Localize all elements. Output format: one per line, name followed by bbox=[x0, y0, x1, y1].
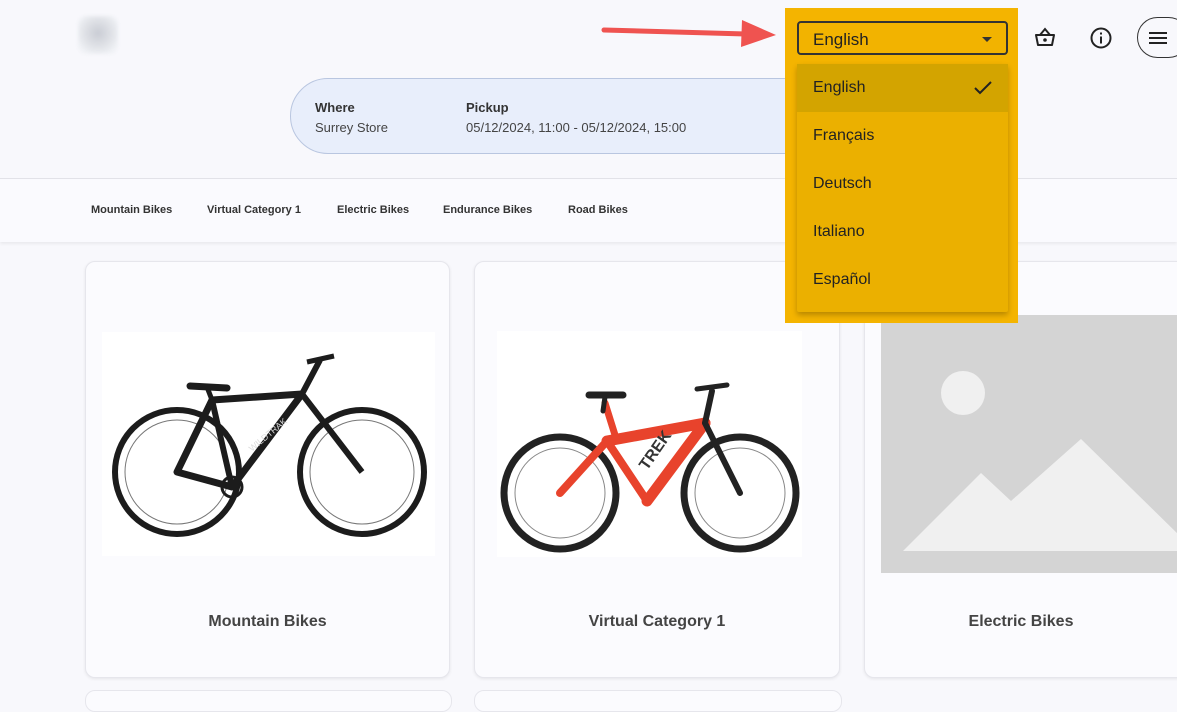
where-value: Surrey Store bbox=[315, 120, 388, 135]
pickup-label: Pickup bbox=[466, 100, 509, 115]
image-placeholder-icon bbox=[881, 315, 1177, 573]
category-card-row2-2[interactable] bbox=[474, 690, 842, 712]
language-option-italiano[interactable]: Italiano bbox=[797, 208, 1008, 256]
chevron-down-icon bbox=[982, 37, 992, 42]
pickup-value: 05/12/2024, 11:00 - 05/12/2024, 15:00 bbox=[466, 120, 687, 135]
where-block: Where Surrey Store bbox=[315, 100, 388, 135]
language-option-espanol[interactable]: Español bbox=[797, 256, 1008, 304]
card-title-virtual-category-1: Virtual Category 1 bbox=[588, 613, 726, 630]
nav-item-endurance-bikes[interactable]: Endurance Bikes bbox=[443, 204, 532, 216]
language-option-francais[interactable]: Français bbox=[797, 112, 1008, 160]
nav-item-mountain-bikes[interactable]: Mountain Bikes bbox=[91, 204, 172, 216]
nav-item-electric-bikes[interactable]: Electric Bikes bbox=[337, 204, 409, 216]
nav-item-virtual-category-1[interactable]: Virtual Category 1 bbox=[207, 204, 301, 216]
card-title-mountain-bikes: Mountain Bikes bbox=[208, 613, 327, 630]
info-icon[interactable] bbox=[1087, 24, 1115, 52]
hamburger-menu-icon bbox=[1149, 31, 1167, 44]
mountain-bike-image: WILDTRAK bbox=[102, 332, 435, 556]
category-card-row2-1[interactable] bbox=[85, 690, 452, 712]
card-title-electric-bikes: Electric Bikes bbox=[968, 613, 1074, 630]
language-menu: English Français Deutsch Italiano Españo… bbox=[797, 64, 1008, 312]
nav-item-road-bikes[interactable]: Road Bikes bbox=[568, 204, 628, 216]
language-option-english[interactable]: English bbox=[797, 64, 1008, 112]
pickup-block: Pickup 05/12/2024, 11:00 - 05/12/2024, 1… bbox=[466, 100, 686, 135]
svg-text:WILDTRAK: WILDTRAK bbox=[247, 416, 289, 454]
language-select[interactable]: English bbox=[797, 21, 1008, 55]
annotation-arrow-icon bbox=[601, 20, 776, 47]
brand-logo[interactable] bbox=[78, 16, 118, 54]
trek-bike-image: TREK bbox=[497, 331, 802, 557]
logo-caption bbox=[86, 52, 87, 58]
hamburger-menu-button[interactable] bbox=[1137, 17, 1177, 58]
where-label: Where bbox=[315, 100, 355, 115]
language-option-deutsch[interactable]: Deutsch bbox=[797, 160, 1008, 208]
category-card-virtual-category-1[interactable]: TREK Virtual Category 1 bbox=[474, 261, 840, 678]
category-card-mountain-bikes[interactable]: WILDTRAK Mountain Bikes bbox=[85, 261, 450, 678]
category-card-electric-bikes[interactable]: Electric Bikes bbox=[864, 261, 1177, 678]
language-select-value: English bbox=[813, 30, 869, 49]
booking-summary-card[interactable]: Where Surrey Store Pickup 05/12/2024, 11… bbox=[290, 78, 850, 154]
checkmark-icon bbox=[974, 81, 992, 95]
basket-icon[interactable] bbox=[1031, 24, 1059, 52]
